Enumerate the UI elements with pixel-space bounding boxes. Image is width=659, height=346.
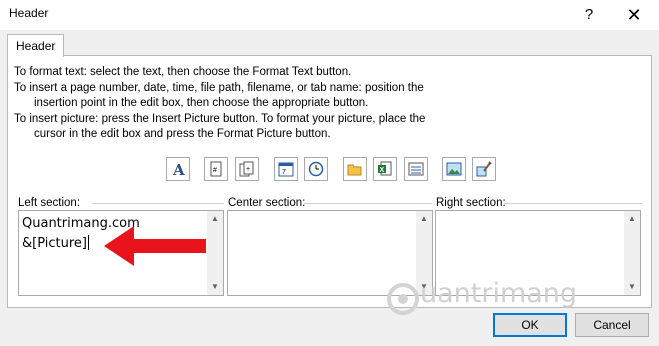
center-section-label: Center section:: [228, 197, 306, 209]
insert-file-name-button[interactable]: X: [373, 157, 397, 181]
instruction-line-1: To format text: select the text, then ch…: [14, 66, 352, 78]
center-section-rule: [304, 203, 432, 204]
red-arrow-annotation: [104, 226, 206, 266]
cancel-button[interactable]: Cancel: [575, 313, 649, 337]
scroll-up-icon[interactable]: ▲: [624, 211, 640, 227]
scroll-down-icon[interactable]: ▼: [207, 279, 223, 295]
svg-text:7: 7: [282, 169, 286, 176]
date-icon: 7: [278, 162, 294, 177]
format-text-button[interactable]: A: [166, 157, 190, 181]
instruction-line-3: insertion point in the edit box, then ch…: [34, 97, 369, 109]
help-button[interactable]: ?: [578, 4, 600, 26]
instruction-line-2: To insert a page number, date, time, fil…: [14, 82, 424, 94]
tab-header-label: Header: [16, 39, 56, 53]
svg-text:A: A: [172, 161, 185, 177]
format-picture-button[interactable]: [472, 157, 496, 181]
instruction-line-4: To insert picture: press the Insert Pict…: [14, 113, 426, 125]
format-picture-icon: [476, 161, 492, 177]
title-bar: Header ? ✕: [0, 0, 659, 30]
left-section-rule: [92, 203, 224, 204]
tab-header[interactable]: Header: [7, 34, 64, 57]
insert-number-of-pages-button[interactable]: +: [235, 157, 259, 181]
right-section-label: Right section:: [436, 197, 506, 209]
ok-button[interactable]: OK: [493, 313, 567, 337]
right-section-scrollbar[interactable]: ▲ ▼: [624, 211, 640, 295]
left-section-line-2: &[Picture]: [22, 235, 89, 251]
page-number-icon: #: [210, 161, 222, 177]
time-icon: [308, 161, 324, 177]
format-text-icon: A: [172, 161, 185, 177]
file-path-icon: [347, 164, 362, 176]
instruction-line-5: cursor in the edit box and press the For…: [34, 128, 331, 140]
left-section-line-2-text: &[Picture]: [22, 236, 87, 251]
scroll-up-icon[interactable]: ▲: [416, 211, 432, 227]
file-name-icon: X: [378, 161, 392, 176]
insert-time-button[interactable]: [304, 157, 328, 181]
insert-date-button[interactable]: 7: [274, 157, 298, 181]
scroll-up-icon[interactable]: ▲: [207, 211, 223, 227]
svg-text:+: +: [246, 166, 250, 173]
left-section-scrollbar[interactable]: ▲ ▼: [207, 211, 223, 295]
watermark-logo-icon: [387, 283, 419, 315]
watermark-text: uantrimang: [420, 278, 578, 309]
insert-picture-button[interactable]: [442, 157, 466, 181]
number-of-pages-icon: +: [239, 161, 254, 177]
window-title: Header: [9, 6, 49, 20]
insert-sheet-name-button[interactable]: [404, 157, 428, 181]
svg-text:#: #: [213, 167, 217, 174]
scroll-down-icon[interactable]: ▼: [624, 279, 640, 295]
close-button[interactable]: ✕: [622, 3, 646, 27]
svg-text:X: X: [380, 167, 385, 174]
text-caret: [88, 235, 89, 250]
sheet-name-icon: [408, 162, 424, 176]
insert-page-number-button[interactable]: #: [204, 157, 228, 181]
insert-picture-icon: [446, 162, 462, 176]
right-section-rule: [504, 203, 642, 204]
insert-file-path-button[interactable]: [343, 157, 367, 181]
left-section-label: Left section:: [18, 197, 81, 209]
